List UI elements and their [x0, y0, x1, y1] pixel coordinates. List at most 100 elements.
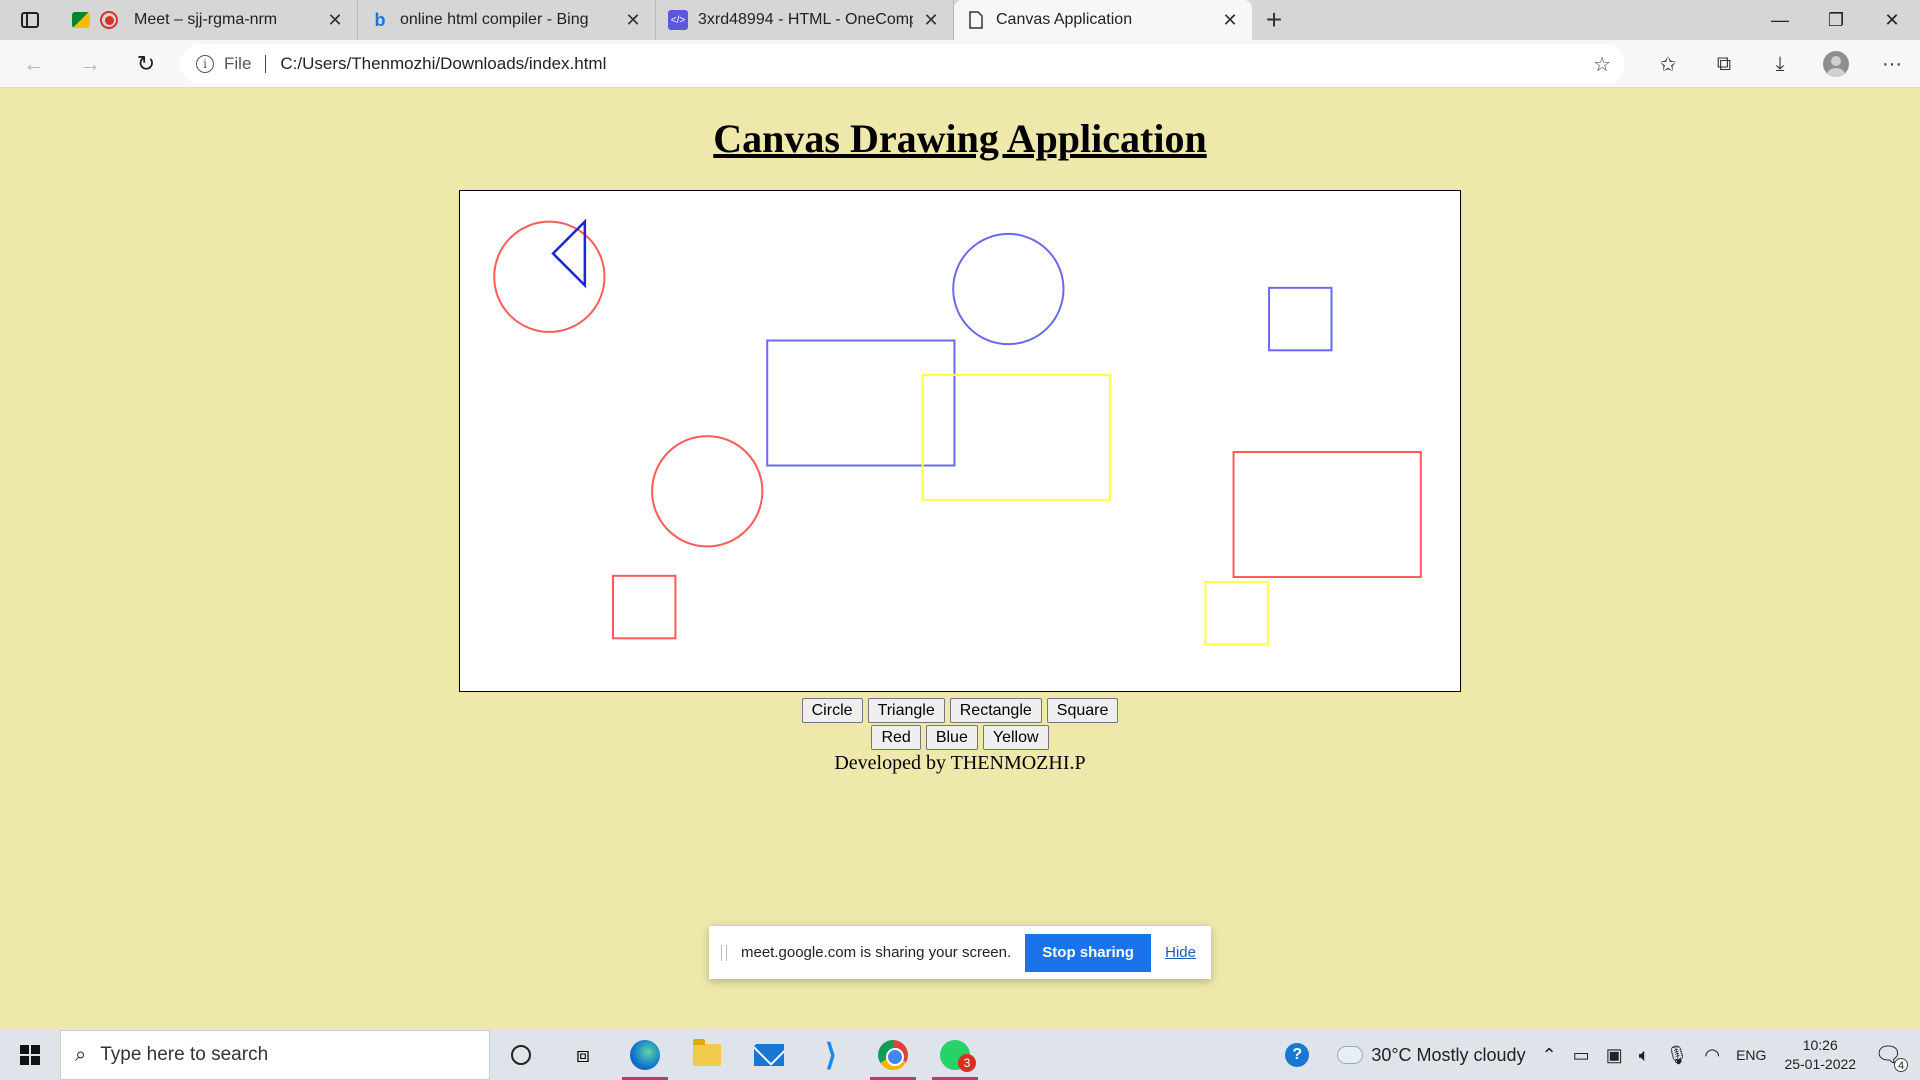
- circle-button[interactable]: Circle: [801, 698, 863, 723]
- blue-button[interactable]: Blue: [925, 725, 978, 750]
- taskbar-edge[interactable]: [614, 1030, 676, 1080]
- tab-actions-button[interactable]: [0, 0, 60, 40]
- close-icon[interactable]: ✕: [1220, 10, 1240, 31]
- page-title: Canvas Drawing Application: [713, 116, 1207, 161]
- help-button[interactable]: ?: [1277, 1030, 1317, 1080]
- taskbar-file-explorer[interactable]: [676, 1030, 738, 1080]
- taskbar-whatsapp[interactable]: 3: [924, 1030, 986, 1080]
- drag-handle-icon[interactable]: [721, 944, 727, 961]
- help-icon: ?: [1285, 1043, 1310, 1067]
- info-icon[interactable]: i: [196, 55, 214, 73]
- tab-onecompiler[interactable]: </> 3xrd48994 - HTML - OneCompiler ✕: [656, 0, 954, 40]
- sharing-message: meet.google.com is sharing your screen.: [741, 944, 1012, 961]
- tab-bing[interactable]: b online html compiler - Bing ✕: [358, 0, 656, 40]
- weather-cloud-icon: [1335, 1041, 1364, 1064]
- task-view-button[interactable]: ⧈: [552, 1030, 614, 1080]
- chrome-icon: [878, 1040, 908, 1070]
- avatar: [1823, 51, 1849, 77]
- address-scheme: File: [224, 55, 267, 73]
- microphone-icon[interactable]: 🎙︎: [1658, 1030, 1697, 1080]
- search-icon: ⌕: [75, 1043, 87, 1066]
- windows-icon: [20, 1045, 40, 1065]
- taskbar-mail[interactable]: [738, 1030, 800, 1080]
- canvas-drawing[interactable]: [460, 191, 1460, 691]
- rectangle-button[interactable]: Rectangle: [949, 698, 1042, 723]
- google-meet-icon: [72, 12, 90, 28]
- screen-sharing-bar: meet.google.com is sharing your screen. …: [709, 926, 1211, 979]
- cortana-button[interactable]: [490, 1030, 552, 1080]
- tab-canvas-application[interactable]: Canvas Application ✕: [954, 0, 1252, 40]
- profile-button[interactable]: [1808, 40, 1864, 88]
- canvas-rect: [921, 373, 1111, 501]
- wifi-icon[interactable]: ◠: [1696, 1030, 1728, 1080]
- restore-icon[interactable]: ❐: [1808, 0, 1864, 40]
- close-icon[interactable]: ✕: [921, 10, 941, 31]
- close-icon[interactable]: ✕: [325, 10, 345, 31]
- cortana-icon: [511, 1045, 531, 1065]
- shape-buttons: Circle Triangle Rectangle Square: [0, 698, 1920, 723]
- refresh-button[interactable]: ↻: [118, 40, 174, 88]
- canvas-circle: [651, 435, 764, 548]
- notifications-button[interactable]: 🗨︎ 4: [1866, 1030, 1920, 1080]
- canvas-rect: [1268, 286, 1333, 352]
- stop-sharing-button[interactable]: Stop sharing: [1025, 933, 1152, 972]
- canvas-rect: [1232, 451, 1422, 579]
- tab-meet[interactable]: Meet – sjj-rgma-nrm ✕: [60, 0, 358, 40]
- collections-icon[interactable]: ⧉: [1696, 40, 1752, 88]
- downloads-icon[interactable]: ⤓: [1752, 40, 1808, 88]
- tab-title: Canvas Application: [996, 11, 1133, 28]
- more-options-icon[interactable]: ···: [1864, 40, 1920, 88]
- battery-icon[interactable]: ▭: [1565, 1030, 1598, 1080]
- folder-icon: [693, 1039, 721, 1066]
- language-indicator[interactable]: ENG: [1728, 1030, 1774, 1080]
- canvas-rect: [766, 339, 956, 467]
- taskbar: ⌕ Type here to search ⧈ ⟩ 3 ? 30°C Mostl…: [0, 1030, 1920, 1080]
- hide-link[interactable]: Hide: [1165, 944, 1196, 961]
- mail-icon: [754, 1044, 784, 1066]
- recording-icon: [100, 11, 118, 29]
- clock-time: 10:26: [1802, 1037, 1838, 1053]
- minimize-icon[interactable]: —: [1752, 0, 1808, 40]
- canvas-rect: [1204, 580, 1269, 646]
- page-icon: [966, 10, 986, 30]
- new-tab-button[interactable]: +: [1252, 0, 1296, 40]
- drawing-canvas[interactable]: [459, 190, 1461, 692]
- window-controls: — ❐ ✕: [1752, 0, 1920, 40]
- canvas-circle: [952, 232, 1065, 346]
- show-hidden-icons[interactable]: ⌃: [1534, 1030, 1565, 1080]
- color-buttons: Red Blue Yellow: [0, 725, 1920, 750]
- favorites-icon[interactable]: ✩: [1640, 40, 1696, 88]
- tab-title: Meet – sjj-rgma-nrm: [134, 11, 278, 28]
- triangle-button[interactable]: Triangle: [867, 698, 945, 723]
- forward-button[interactable]: →: [62, 40, 118, 88]
- clock[interactable]: 10:26 25-01-2022: [1774, 1036, 1866, 1074]
- vscode-icon: ⟩: [825, 1038, 837, 1072]
- square-button[interactable]: Square: [1046, 698, 1119, 723]
- canvas-rect: [611, 574, 677, 640]
- close-icon[interactable]: ✕: [623, 10, 643, 31]
- weather-widget[interactable]: 30°C Mostly cloudy: [1317, 1030, 1533, 1080]
- bing-icon: b: [374, 9, 386, 30]
- search-placeholder: Type here to search: [100, 1044, 269, 1065]
- tab-title: online html compiler - Bing: [400, 11, 589, 28]
- address-url: C:/Users/Thenmozhi/Downloads/index.html: [280, 54, 607, 73]
- notification-icon: 🗨︎ 4: [1874, 1042, 1908, 1072]
- edge-icon: [630, 1040, 660, 1070]
- browser-toolbar: ← → ↻ i File C:/Users/Thenmozhi/Download…: [0, 40, 1920, 88]
- taskbar-chrome[interactable]: [862, 1030, 924, 1080]
- address-bar[interactable]: i File C:/Users/Thenmozhi/Downloads/inde…: [180, 44, 1625, 84]
- toolbar-actions: ✩ ⧉ ⤓ ···: [1640, 40, 1920, 88]
- volume-icon[interactable]: 🔈︎: [1631, 1030, 1658, 1080]
- close-window-icon[interactable]: ✕: [1864, 0, 1920, 40]
- task-view-icon: ⧈: [576, 1042, 590, 1067]
- start-button[interactable]: [0, 1030, 60, 1080]
- tab-title: 3xrd48994 - HTML - OneCompiler: [698, 11, 913, 28]
- add-favorite-icon[interactable]: ☆: [1593, 52, 1611, 77]
- onecompiler-icon: </>: [668, 10, 688, 30]
- meet-present-icon[interactable]: ▣: [1598, 1030, 1631, 1080]
- red-button[interactable]: Red: [871, 725, 921, 750]
- taskbar-vscode[interactable]: ⟩: [800, 1030, 862, 1080]
- yellow-button[interactable]: Yellow: [982, 725, 1049, 750]
- taskbar-search[interactable]: ⌕ Type here to search: [60, 1030, 490, 1080]
- back-button[interactable]: ←: [6, 40, 62, 88]
